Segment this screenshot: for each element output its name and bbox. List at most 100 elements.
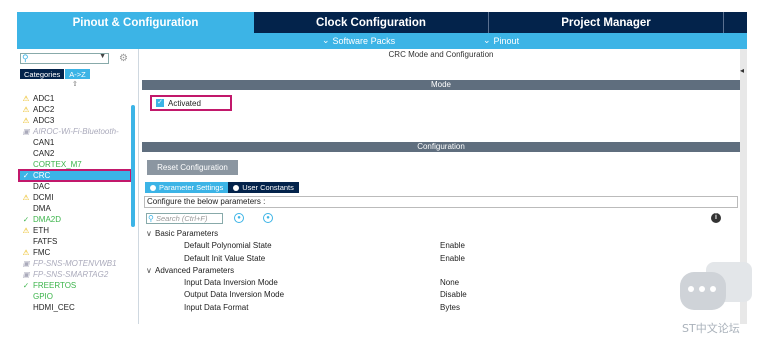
parameter-row[interactable]: Input Data Inversion Mode None	[146, 277, 706, 289]
peripheral-label: DMA2D	[33, 215, 62, 224]
parameter-search-placeholder: Search (Ctrl+F)	[156, 214, 208, 223]
pack-icon: ▣	[22, 259, 30, 268]
checkbox-checked-icon[interactable]: ✓	[156, 99, 164, 107]
peripheral-item[interactable]: ✓ DMA2D	[19, 214, 131, 225]
peripheral-item[interactable]: ▣ AIROC-Wi-Fi-Bluetooth-	[19, 126, 131, 137]
parameter-group-label: Basic Parameters	[155, 229, 219, 238]
parameter-row[interactable]: Output Data Inversion Mode Disable	[146, 289, 706, 301]
configuration-header: Configuration	[142, 142, 740, 152]
warning-icon: ⚠	[22, 105, 30, 114]
peripheral-label: CRC	[33, 171, 51, 180]
parameter-value[interactable]: Bytes	[440, 302, 460, 314]
tab-parameter-settings[interactable]: Parameter Settings	[145, 182, 229, 193]
peripheral-item[interactable]: ⚠ ETH	[19, 225, 131, 236]
tab-a-to-z[interactable]: A->Z	[65, 69, 90, 79]
peripheral-item[interactable]: CAN1	[19, 137, 131, 148]
peripheral-label: FP-SNS-SMARTAG2	[33, 270, 109, 279]
peripheral-panel: ⚲ ▼ ⚙ Categories A->Z ⇧ ⚠ ADC1 ⚠ ADC2 ⚠ ADC3 ▣…	[17, 49, 139, 324]
peripheral-scrollbar[interactable]	[131, 105, 135, 227]
tab-project-manager[interactable]: Project Manager	[489, 12, 724, 33]
parameter-tree: ∨ Basic Parameters Default Polynomial Stat…	[146, 228, 706, 314]
reset-configuration-button[interactable]: Reset Configuration	[147, 160, 238, 175]
warning-icon: ⚠	[22, 116, 30, 125]
next-match-icon[interactable]: ●	[263, 213, 273, 223]
sort-arrow-icon[interactable]: ⇧	[72, 80, 78, 88]
software-packs-label: Software Packs	[332, 35, 396, 46]
peripheral-item[interactable]: CORTEX_M7	[19, 159, 131, 170]
check-circle-icon	[150, 184, 156, 191]
search-icon: ⚲	[148, 214, 154, 223]
peripheral-item[interactable]: ✓ CRC	[18, 169, 132, 182]
chevron-down-icon[interactable]: ∨	[146, 265, 155, 277]
peripheral-item[interactable]: DAC	[19, 181, 131, 192]
tab-categories[interactable]: Categories	[20, 69, 65, 79]
peripheral-label: FREERTOS	[33, 281, 77, 290]
peripheral-item[interactable]: ⚠ ADC3	[19, 115, 131, 126]
parameter-group[interactable]: ∨ Basic Parameters	[146, 228, 706, 240]
peripheral-item[interactable]: ⚠ DCMI	[19, 192, 131, 203]
parameter-name: Default Init Value State	[184, 253, 266, 263]
panel-title: CRC Mode and Configuration	[388, 50, 494, 59]
peripheral-search-input[interactable]: ⚲ ▼	[20, 53, 109, 64]
peripheral-item[interactable]: ✓ FREERTOS	[19, 280, 131, 291]
peripheral-item[interactable]: CAN2	[19, 148, 131, 159]
parameter-row[interactable]: Input Data Format Bytes	[146, 302, 706, 314]
search-icon: ⚲	[22, 53, 29, 63]
warning-icon: ⚠	[22, 226, 30, 235]
activated-checkbox[interactable]: ✓ Activated	[150, 95, 232, 111]
tab-parameter-settings-label: Parameter Settings	[159, 183, 224, 192]
peripheral-item[interactable]: ▣ FP-SNS-MOTENVWB1	[19, 258, 131, 269]
peripheral-item[interactable]: FATFS	[19, 236, 131, 247]
parameter-row[interactable]: Default Polynomial State Enable	[146, 240, 706, 252]
warning-icon: ⚠	[22, 248, 30, 257]
tab-pinout-configuration[interactable]: Pinout & Configuration	[17, 12, 254, 33]
peripheral-label: ETH	[33, 226, 49, 235]
main-tabs: Pinout & Configuration Clock Configurati…	[17, 12, 747, 33]
peripheral-item[interactable]: GPIO	[19, 291, 131, 302]
parameter-name: Default Polynomial State	[184, 241, 272, 251]
chevron-down-icon[interactable]: ∨	[146, 228, 155, 240]
watermark-text: ST中文论坛	[682, 322, 740, 335]
watermark: ST中文论坛	[680, 262, 752, 335]
peripheral-item[interactable]: ⚠ ADC2	[19, 104, 131, 115]
ellipsis-icon	[688, 286, 716, 292]
parameter-value[interactable]: Enable	[440, 253, 465, 265]
collapse-arrow-icon[interactable]: ◂	[740, 66, 746, 75]
parameter-group[interactable]: ∨ Advanced Parameters	[146, 265, 706, 277]
peripheral-label: FMC	[33, 248, 51, 257]
parameter-value[interactable]: Enable	[440, 240, 465, 252]
gear-icon[interactable]: ⚙	[119, 53, 128, 64]
check-circle-icon	[233, 184, 240, 191]
peripheral-search-row: ⚲ ▼ ⚙	[20, 53, 128, 64]
pinout-menu[interactable]: ⌄ Pinout	[483, 35, 519, 46]
peripheral-item[interactable]: HDMI_CEC	[19, 302, 131, 313]
warning-icon: ⚠	[22, 94, 30, 103]
parameter-search-input[interactable]: ⚲ Search (Ctrl+F)	[146, 213, 223, 224]
peripheral-label: GPIO	[33, 292, 54, 301]
chevron-down-icon: ⌄	[483, 35, 491, 45]
check-icon: ✓	[22, 215, 30, 224]
peripheral-label: ADC3	[33, 116, 55, 125]
mode-area: ✓ Activated	[142, 90, 740, 140]
sub-toolbar: ⌄ Software Packs ⌄ Pinout	[17, 33, 747, 49]
chevron-down-icon[interactable]: ▼	[99, 53, 106, 60]
info-icon[interactable]: i	[711, 213, 721, 223]
peripheral-label: ADC1	[33, 94, 55, 103]
peripheral-item[interactable]: ▣ FP-SNS-SMARTAG2	[19, 269, 131, 280]
check-icon: ✓	[22, 281, 30, 290]
tab-user-constants-label: User Constants	[242, 183, 294, 192]
tab-overflow	[724, 12, 747, 33]
parameter-row[interactable]: Default Init Value State Enable	[146, 253, 706, 265]
tab-user-constants[interactable]: User Constants	[228, 182, 299, 193]
configure-parameters-label: Configure the below parameters :	[144, 196, 738, 208]
peripheral-label: CAN2	[33, 149, 55, 158]
parameter-value[interactable]: Disable	[440, 289, 467, 301]
peripheral-item[interactable]: ⚠ ADC1	[19, 93, 131, 104]
peripheral-label: CORTEX_M7	[33, 160, 82, 169]
previous-match-icon[interactable]: ●	[234, 213, 244, 223]
peripheral-item[interactable]: DMA	[19, 203, 131, 214]
peripheral-item[interactable]: ⚠ FMC	[19, 247, 131, 258]
software-packs-menu[interactable]: ⌄ Software Packs	[322, 35, 395, 46]
tab-clock-configuration[interactable]: Clock Configuration	[254, 12, 489, 33]
parameter-value[interactable]: None	[440, 277, 459, 289]
